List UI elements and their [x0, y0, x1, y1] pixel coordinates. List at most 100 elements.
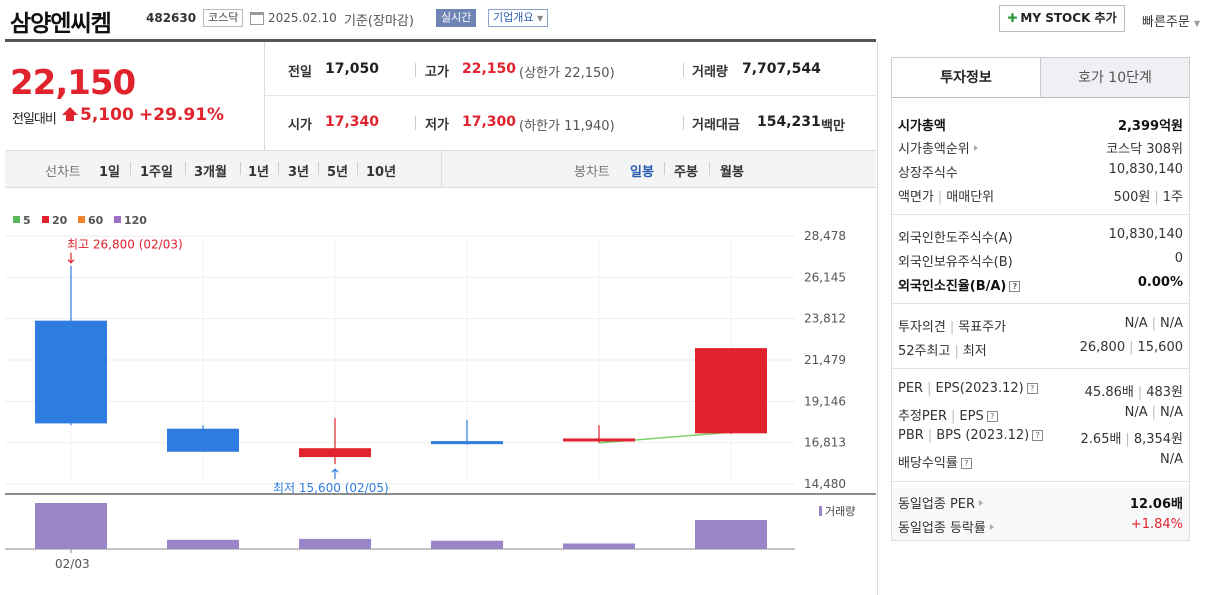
price-chart[interactable]: 5 20 60 120 28,478 26,145 23,812 21,479 19,146 16… — [5, 205, 876, 585]
period-monthly[interactable]: 월봉 — [720, 161, 744, 180]
est-per-eps-value: N/A | N/A — [1124, 405, 1183, 420]
y-tick-label: 14,480 — [804, 477, 846, 491]
candle-chart-label: 봉차트 — [574, 165, 610, 180]
header-divider — [5, 39, 876, 42]
legend-swatch — [78, 216, 85, 223]
opinion-target-label: 투자의견 | 목표주가 — [898, 320, 1007, 335]
candle-body — [563, 438, 635, 442]
period-separator — [318, 162, 319, 175]
w52-high-label: 52주최고 — [898, 344, 951, 359]
listed-shares-value: 10,830,140 — [1108, 162, 1183, 177]
realtime-button[interactable]: 실시간 — [436, 9, 477, 27]
add-mystock-button[interactable]: ✚ MY STOCK 추가 — [999, 5, 1125, 32]
prev-close-label: 전일 — [288, 65, 312, 80]
candle-body — [431, 441, 503, 445]
up-arrow-stem — [66, 115, 74, 121]
legend-swatch — [13, 216, 20, 223]
industry-per-value: 12.06배 — [1129, 497, 1183, 512]
period-bar-divider — [441, 150, 442, 188]
bps-value: 8,354원 — [1133, 432, 1183, 447]
y-tick-label: 23,812 — [804, 312, 846, 326]
caret-right-icon — [973, 145, 978, 151]
period-separator — [240, 162, 241, 175]
period-5y[interactable]: 5년 — [327, 161, 348, 180]
period-1d[interactable]: 1일 — [99, 161, 120, 180]
change-percent: +29.91% — [139, 105, 225, 125]
high-value: 22,150 — [462, 61, 517, 77]
legend-swatch — [114, 216, 121, 223]
volume-label: 거래량 — [692, 65, 728, 80]
row-divider — [892, 214, 1189, 215]
period-3y[interactable]: 3년 — [288, 161, 309, 180]
help-icon[interactable]: ? — [986, 411, 998, 422]
period-1w[interactable]: 1주일 — [140, 161, 173, 180]
foreign-ratio-label-row: 외국인소진율(B/A)? — [898, 275, 1021, 294]
legend-label: 20 — [52, 214, 68, 227]
quick-order-label: 빠른주문 — [1142, 15, 1190, 30]
amount-value: 154,231 — [757, 114, 821, 130]
est-per-label: 추정PER — [898, 409, 948, 424]
row-divider — [892, 481, 1189, 482]
tab-invest-info[interactable]: 투자정보 — [891, 57, 1041, 98]
panel-divider — [877, 42, 878, 595]
est-per-eps-label: 추정PER | EPS? — [898, 405, 998, 424]
help-icon[interactable]: ? — [1026, 383, 1038, 394]
quote-date: 2025.02.10 — [268, 11, 337, 25]
est-eps-label: EPS — [959, 409, 984, 424]
quick-order-dropdown[interactable]: 빠른주문 ▼ — [1142, 11, 1200, 30]
quote-basis: 기준(장마감) — [344, 14, 414, 29]
period-1y[interactable]: 1년 — [248, 161, 269, 180]
caret-right-icon — [979, 500, 984, 506]
per-eps-label: PER | EPS(2023.12)? — [898, 381, 1038, 396]
y-tick-label: 28,478 — [804, 229, 846, 243]
dividend-label: 배당수익률 — [898, 456, 958, 471]
volume-value: 7,707,544 — [742, 61, 821, 77]
price-divider — [264, 42, 265, 150]
quote-separator — [415, 63, 416, 77]
period-daily[interactable]: 일봉 — [630, 161, 654, 180]
period-separator — [664, 162, 665, 175]
industry-change-label: 동일업종 등락률 — [898, 521, 986, 536]
volume-bar — [431, 540, 503, 549]
est-eps-value: N/A — [1160, 405, 1183, 420]
stock-code: 482630 — [146, 11, 197, 25]
period-weekly[interactable]: 주봉 — [674, 161, 698, 180]
market-cap-rank-link[interactable]: 시가총액순위 — [898, 138, 978, 157]
foreign-hold-value: 0 — [1174, 251, 1183, 266]
volume-bar — [299, 538, 371, 549]
volume-bar — [35, 503, 107, 549]
company-info-dropdown[interactable]: 기업개요 ▼ — [488, 9, 549, 27]
low-annotation: 최저 15,600 (02/05) — [273, 481, 389, 495]
period-separator — [130, 162, 131, 175]
industry-per-link[interactable]: 동일업종 PER — [898, 493, 984, 512]
volume-bar — [695, 520, 767, 549]
row-divider — [892, 303, 1189, 304]
high-annotation: 최고 26,800 (02/03) — [67, 238, 183, 252]
low-arrow-icon — [331, 468, 339, 480]
help-icon[interactable]: ? — [1032, 430, 1044, 441]
quote-separator — [683, 63, 684, 77]
period-separator — [278, 162, 279, 175]
per-value: 45.86배 — [1084, 385, 1134, 400]
tab-orderbook[interactable]: 호가 10단계 — [1040, 57, 1190, 98]
low-value: 17,300 — [462, 114, 517, 130]
pbr-value: 2.65배 — [1080, 432, 1122, 447]
current-price: 22,150 — [10, 63, 136, 103]
up-arrow-icon — [62, 107, 78, 115]
help-icon[interactable]: ? — [1009, 281, 1021, 292]
par-label: 액면가 — [898, 190, 934, 205]
open-value: 17,340 — [325, 114, 380, 130]
pbr-bps-label: PBR | BPS (2023.12)? — [898, 428, 1044, 443]
period-10y[interactable]: 10년 — [366, 161, 396, 180]
stock-name: 삼양엔씨켐 — [10, 11, 112, 37]
w52-label: 52주최고 | 최저 — [898, 344, 987, 359]
prev-close-value: 17,050 — [325, 61, 380, 77]
foreign-ratio-value: 0.00% — [1137, 275, 1183, 290]
period-3m[interactable]: 3개월 — [194, 161, 227, 180]
volume-legend-label: 거래량 — [825, 505, 855, 518]
industry-change-link[interactable]: 동일업종 등락률 — [898, 517, 994, 536]
high-arrow-icon — [67, 252, 75, 264]
dividend-label-row: 배당수익률? — [898, 452, 972, 471]
y-tick-label: 21,479 — [804, 353, 846, 367]
help-icon[interactable]: ? — [960, 458, 972, 469]
